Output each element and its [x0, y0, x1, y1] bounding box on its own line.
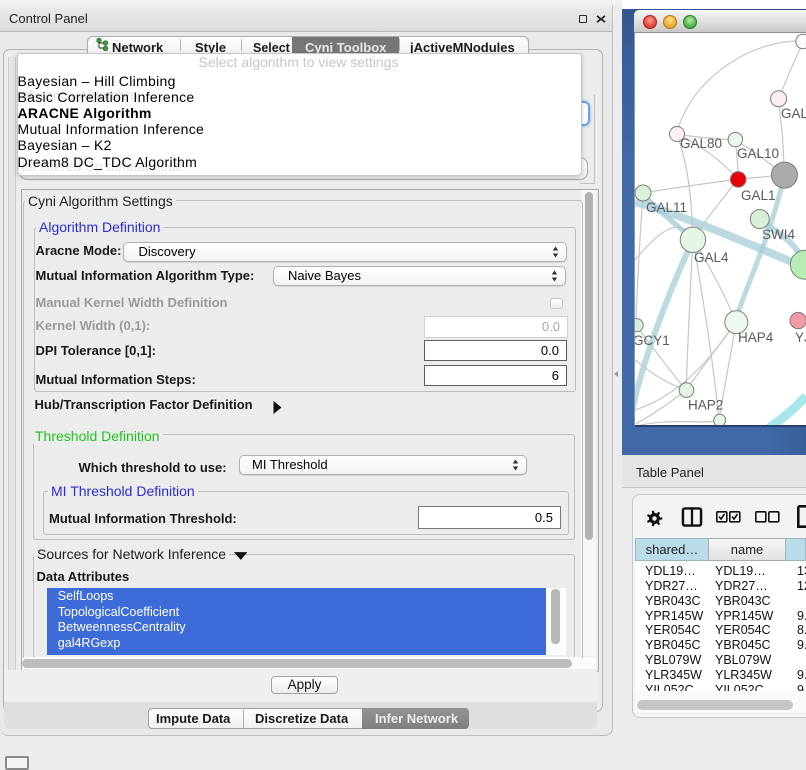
- svg-text:SWI4: SWI4: [762, 227, 795, 242]
- svg-text:HAP4: HAP4: [738, 330, 774, 345]
- svg-text:HAP2: HAP2: [688, 398, 723, 413]
- svg-text:GAL80: GAL80: [680, 136, 722, 151]
- svg-text:GAL11: GAL11: [646, 200, 687, 215]
- svg-text:GAL4: GAL4: [694, 250, 729, 265]
- svg-text:YJ: YJ: [795, 330, 806, 345]
- svg-text:GAL7: GAL7: [781, 106, 806, 121]
- svg-text:GAL10: GAL10: [737, 146, 779, 161]
- svg-text:GCY1: GCY1: [635, 333, 670, 348]
- svg-text:GAL1: GAL1: [741, 188, 776, 203]
